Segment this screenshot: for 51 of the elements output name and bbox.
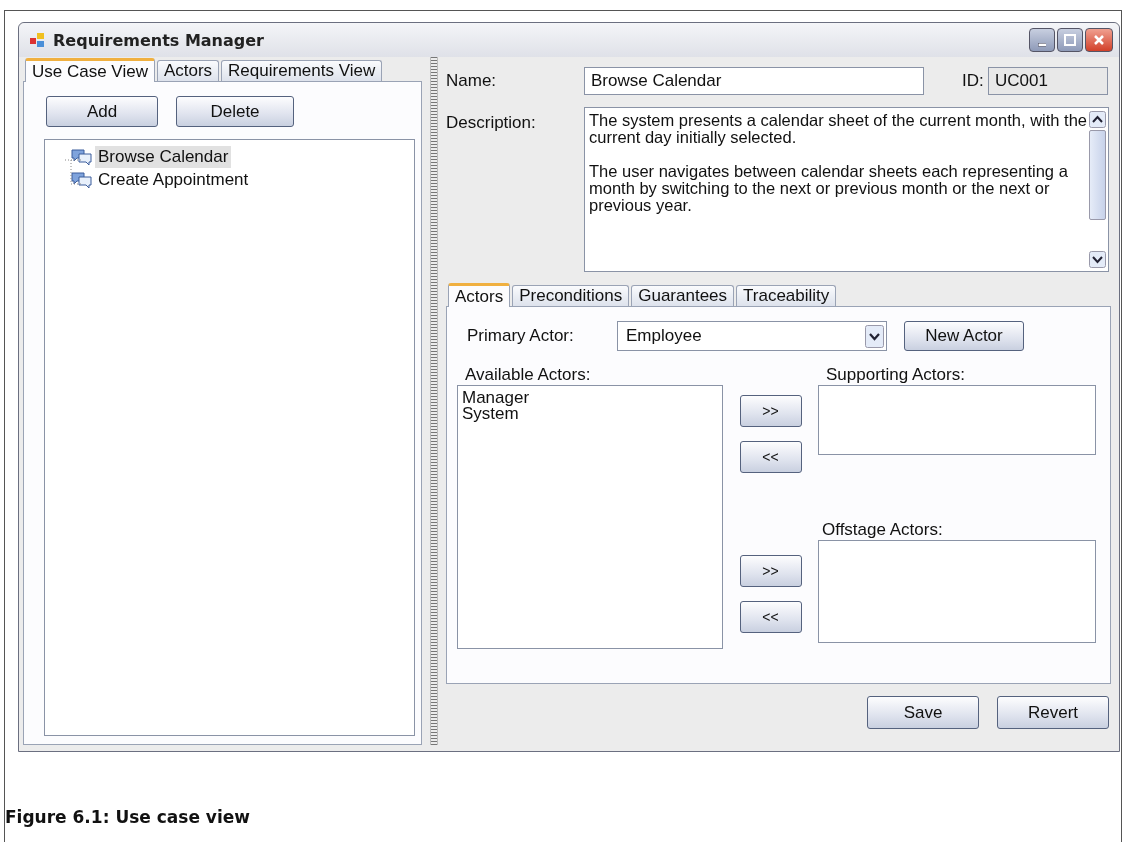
- speech-bubbles-icon: [71, 147, 93, 166]
- scroll-down-icon: [1089, 251, 1106, 268]
- field-label: Primary Actor:: [466, 326, 575, 346]
- scroll-thumb[interactable]: [1089, 130, 1106, 220]
- figure-caption: Figure 6.1: Use case view: [5, 807, 251, 827]
- list-item[interactable]: Manager: [462, 390, 718, 406]
- minimize-button[interactable]: [1029, 28, 1055, 52]
- scrollbar[interactable]: [1089, 108, 1108, 271]
- maximize-icon: [1063, 33, 1077, 47]
- scroll-up-icon: [1089, 111, 1106, 128]
- list-label: Available Actors:: [464, 365, 592, 385]
- minimize-icon: [1037, 43, 1047, 47]
- list-label: Supporting Actors:: [825, 365, 966, 385]
- action-button[interactable]: Add: [46, 96, 158, 127]
- maximize-button[interactable]: [1057, 28, 1083, 52]
- offstage-actors-list[interactable]: [818, 540, 1096, 643]
- field-label: Name:: [445, 71, 498, 91]
- description-text: The system presents a calendar sheet of the current month, with the current day initially selected. The user navigates between calendar sheets each representing a month by switching to the next or previous month or the next or previous year.: [588, 110, 1088, 216]
- speech-bubbles-icon: [71, 170, 93, 189]
- primary-actor-dropdown[interactable]: Employee: [617, 321, 887, 351]
- window-title: Requirements Manager: [53, 30, 264, 50]
- tab[interactable]: Actors: [448, 283, 511, 307]
- action-button[interactable]: Save: [867, 696, 979, 729]
- available-actors-list[interactable]: Manager System: [457, 385, 723, 649]
- app-icon: [29, 32, 45, 48]
- field-label: ID:: [962, 71, 985, 91]
- tab[interactable]: Use Case View: [25, 58, 155, 82]
- tab[interactable]: Guarantees: [631, 285, 735, 306]
- tab[interactable]: Traceability: [736, 285, 837, 306]
- name-field[interactable]: Browse Calendar: [584, 67, 924, 95]
- tree-item[interactable]: Browse Calendar: [95, 145, 232, 168]
- tree-item[interactable]: Create Appointment: [95, 168, 252, 191]
- new-actor-button[interactable]: New Actor: [904, 321, 1024, 351]
- close-icon: [1092, 33, 1106, 47]
- description-field[interactable]: [584, 107, 1109, 272]
- id-field: UC001: [988, 67, 1108, 95]
- tab[interactable]: Requirements View: [221, 60, 383, 81]
- supporting-actors-list[interactable]: [818, 385, 1096, 455]
- action-button[interactable]: Revert: [997, 696, 1109, 729]
- close-button[interactable]: [1085, 28, 1113, 52]
- move-button[interactable]: >>: [739, 395, 802, 427]
- tab[interactable]: Actors: [156, 60, 220, 81]
- move-button[interactable]: >>: [739, 555, 802, 587]
- list-item[interactable]: System: [462, 406, 718, 422]
- action-button[interactable]: Delete: [176, 96, 294, 127]
- move-button[interactable]: <<: [739, 601, 802, 633]
- field-label: Description:: [445, 112, 537, 133]
- splitter[interactable]: [430, 57, 438, 745]
- move-button[interactable]: <<: [739, 441, 802, 473]
- list-label: Offstage Actors:: [821, 520, 944, 540]
- tab[interactable]: Preconditions: [512, 285, 630, 306]
